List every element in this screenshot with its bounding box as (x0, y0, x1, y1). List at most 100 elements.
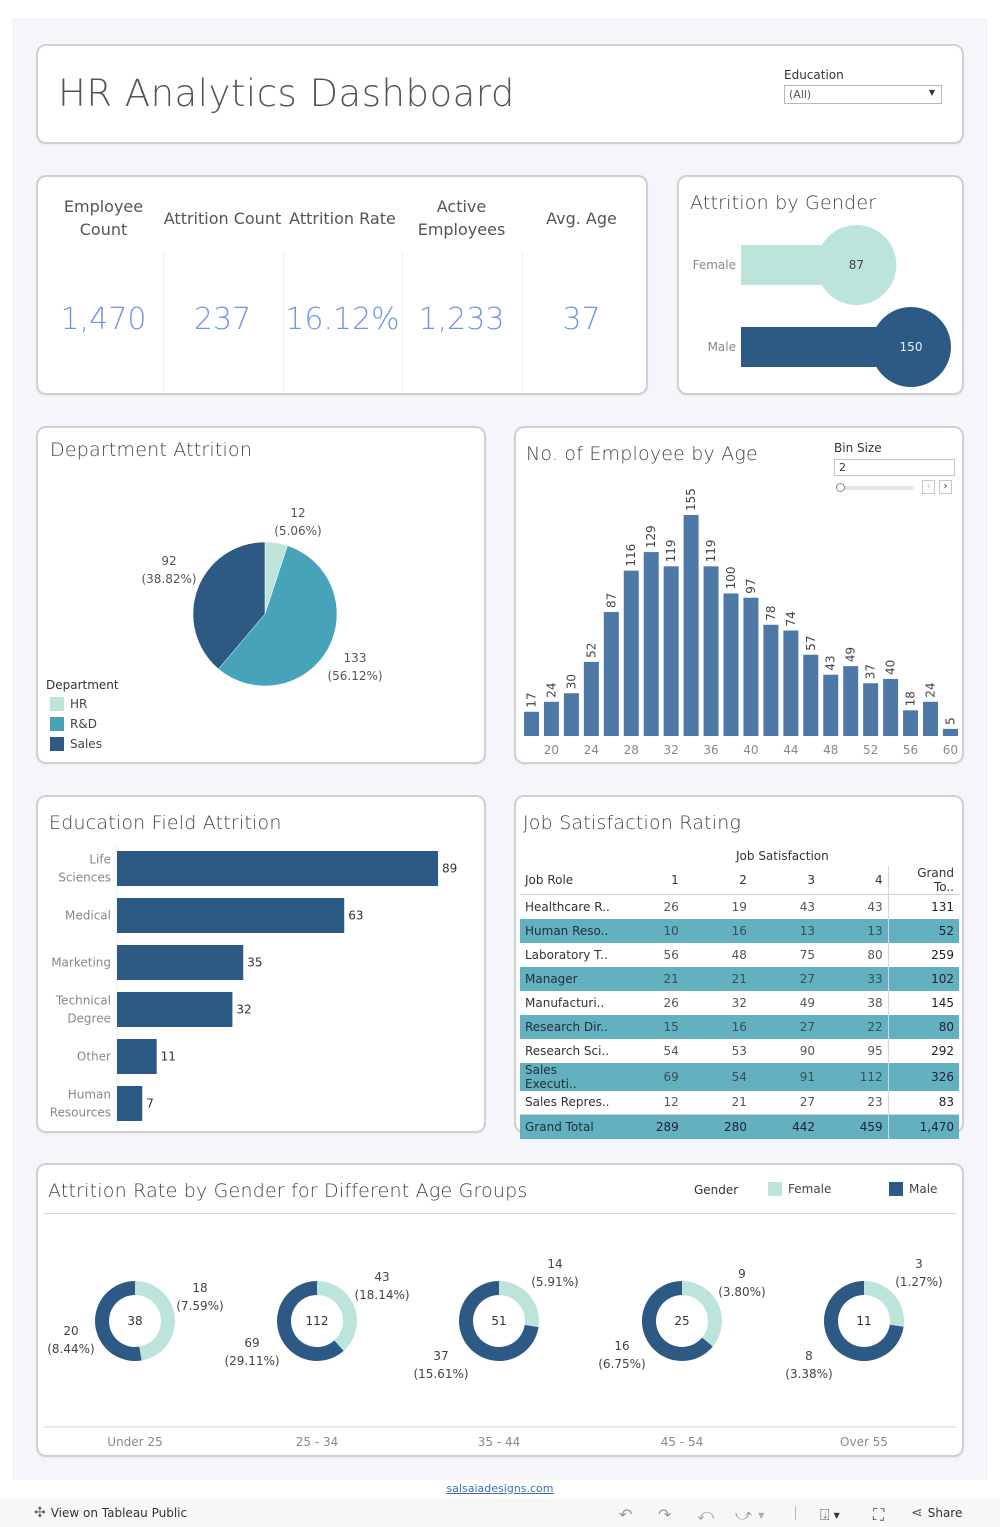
download-button[interactable]: ⍗ ▼ (820, 1505, 840, 1525)
male-percent-label: (15.61%) (413, 1367, 468, 1381)
age-axis-tick: 60 (943, 743, 958, 757)
table-cell: 49 (799, 995, 816, 1010)
table-row[interactable]: Sales Executi.. 69 54 91 112 326 (520, 1062, 959, 1091)
age-axis-tick: 32 (664, 743, 679, 757)
table-cell: 54 (663, 1043, 679, 1058)
kpi-value: 1,233 (418, 302, 505, 337)
table-cell: 26 (663, 995, 679, 1010)
age-bar-label: 87 (604, 593, 618, 608)
pie-value-label: 92 (161, 554, 176, 568)
gender-axis-label: Female (693, 258, 736, 272)
age-axis-tick: 40 (743, 743, 758, 757)
age-bar (783, 630, 799, 736)
table-cell: 38 (867, 995, 883, 1010)
column-header[interactable]: Grand To.. (887, 866, 959, 895)
pie-percent-label: (38.82%) (141, 572, 196, 586)
table-row[interactable]: Healthcare R.. 26 19 43 43 131 (520, 894, 959, 919)
age-bar-label: 24 (924, 682, 938, 697)
legend-label: Sales (70, 737, 102, 751)
table-cell: 326 (887, 1062, 959, 1091)
table-cell: Research Sci.. (525, 1043, 610, 1058)
age-bar (723, 593, 739, 736)
age-axis-tick: 28 (624, 743, 639, 757)
age-bar-label: 57 (804, 635, 818, 650)
age-bar (743, 597, 759, 736)
redo-button[interactable]: ↷ (658, 1505, 671, 1524)
age-group-axis-label: Under 25 (107, 1435, 162, 1449)
female-value-label: 43 (374, 1270, 389, 1284)
age-bar-label: 129 (644, 525, 658, 548)
age-bar (942, 728, 958, 736)
share-button[interactable]: ⋖ Share (911, 1505, 962, 1521)
kpi-value: 1,470 (60, 302, 147, 337)
age-bar-label: 78 (764, 606, 778, 621)
fullscreen-button[interactable]: ⛶ (873, 1505, 884, 1525)
credit-link[interactable]: salsaiadesigns.com (446, 1482, 553, 1495)
undo-button[interactable]: ↶ (619, 1505, 632, 1524)
table-cell: 22 (820, 1014, 889, 1039)
table-cell: 91 (751, 1062, 821, 1091)
legend-item-sales[interactable]: Sales (50, 737, 102, 751)
table-row[interactable]: Manufacturi.. 26 32 49 38 145 (520, 990, 959, 1015)
legend-swatch (50, 717, 64, 731)
donut-total-label: 38 (127, 1314, 142, 1328)
table-cell: Sales Repres.. (525, 1095, 610, 1110)
education-bar (117, 992, 233, 1027)
gender-axis-label: Male (708, 340, 736, 354)
male-percent-label: (8.44%) (47, 1342, 94, 1356)
education-filter-select[interactable]: (All) ▼ (784, 85, 942, 104)
male-percent-label: (6.75%) (598, 1357, 645, 1371)
education-filter-value: (All) (789, 88, 812, 101)
column-header[interactable]: 1 (615, 866, 684, 895)
refresh-icon: ⤻ (735, 1505, 753, 1524)
table-row[interactable]: Sales Repres.. 12 21 27 23 83 (520, 1090, 959, 1115)
refresh-button[interactable]: ⤻ ▼ (735, 1505, 764, 1525)
kpi-employee-count[interactable]: Employee Count 1,470 (44, 177, 163, 393)
table-row[interactable]: Research Dir.. 15 16 27 22 80 (520, 1014, 959, 1039)
education-axis-label: Degree (67, 1012, 111, 1026)
age-axis-tick: 36 (703, 743, 718, 757)
table-row[interactable]: Research Sci.. 54 53 90 95 292 (520, 1038, 959, 1063)
education-axis-label: Resources (50, 1106, 111, 1120)
table-cell: 292 (887, 1038, 959, 1063)
legend-swatch (50, 697, 64, 711)
education-bar-label: 7 (146, 1097, 154, 1111)
table-row[interactable]: Manager 21 21 27 33 102 (520, 966, 959, 991)
column-header[interactable]: Job Role (520, 866, 616, 895)
column-header[interactable]: 4 (820, 866, 889, 895)
male-value-label: 16 (614, 1339, 629, 1353)
kpi-active-employees[interactable]: Active Employees 1,233 (402, 177, 521, 393)
legend-label: HR (70, 697, 88, 711)
age-bar (703, 566, 719, 736)
table-cell: 145 (887, 990, 959, 1015)
employees-by-age-card: No. of Employee by Age Bin Size 2 ‹ › 17… (514, 426, 964, 764)
table-cell: 131 (887, 894, 959, 919)
revert-button[interactable]: ⤺ (697, 1505, 714, 1525)
view-on-tableau-button[interactable]: ✣ View on Tableau Public (34, 1505, 187, 1521)
age-bar (524, 711, 539, 736)
table-cell: Healthcare R.. (525, 899, 610, 914)
kpi-attrition-count[interactable]: Attrition Count 237 (163, 177, 282, 393)
table-cell: Human Reso.. (520, 918, 616, 943)
grand-total-row[interactable]: Grand Total 289 280 442 459 1,470 (520, 1114, 959, 1139)
donut-total-label: 51 (491, 1314, 506, 1328)
age-bar-label: 52 (584, 643, 598, 658)
kpi-attrition-rate[interactable]: Attrition Rate 16.12% (283, 177, 402, 393)
table-row[interactable]: Laboratory T.. 56 48 75 80 259 (520, 942, 959, 967)
column-header[interactable]: 2 (683, 866, 752, 895)
download-icon: ⍗ (820, 1505, 830, 1524)
table-cell: 52 (887, 918, 959, 943)
dropdown-arrow-icon: ▼ (758, 1510, 765, 1520)
legend-item-rnd[interactable]: R&D (50, 717, 97, 731)
table-row[interactable]: Human Reso.. 10 16 13 13 52 (520, 918, 959, 943)
legend-item-hr[interactable]: HR (50, 697, 87, 711)
pie-value-label: 133 (344, 651, 367, 665)
table-cell: Research Dir.. (520, 1014, 616, 1039)
column-header[interactable]: 3 (751, 866, 821, 895)
table-cell: 21 (683, 966, 752, 991)
table-cell: 54 (683, 1062, 752, 1091)
pie-percent-label: (5.06%) (274, 524, 321, 538)
kpi-avg-age[interactable]: Avg. Age 37 (522, 177, 641, 393)
table-cell: 21 (615, 966, 684, 991)
age-bar (543, 701, 559, 736)
